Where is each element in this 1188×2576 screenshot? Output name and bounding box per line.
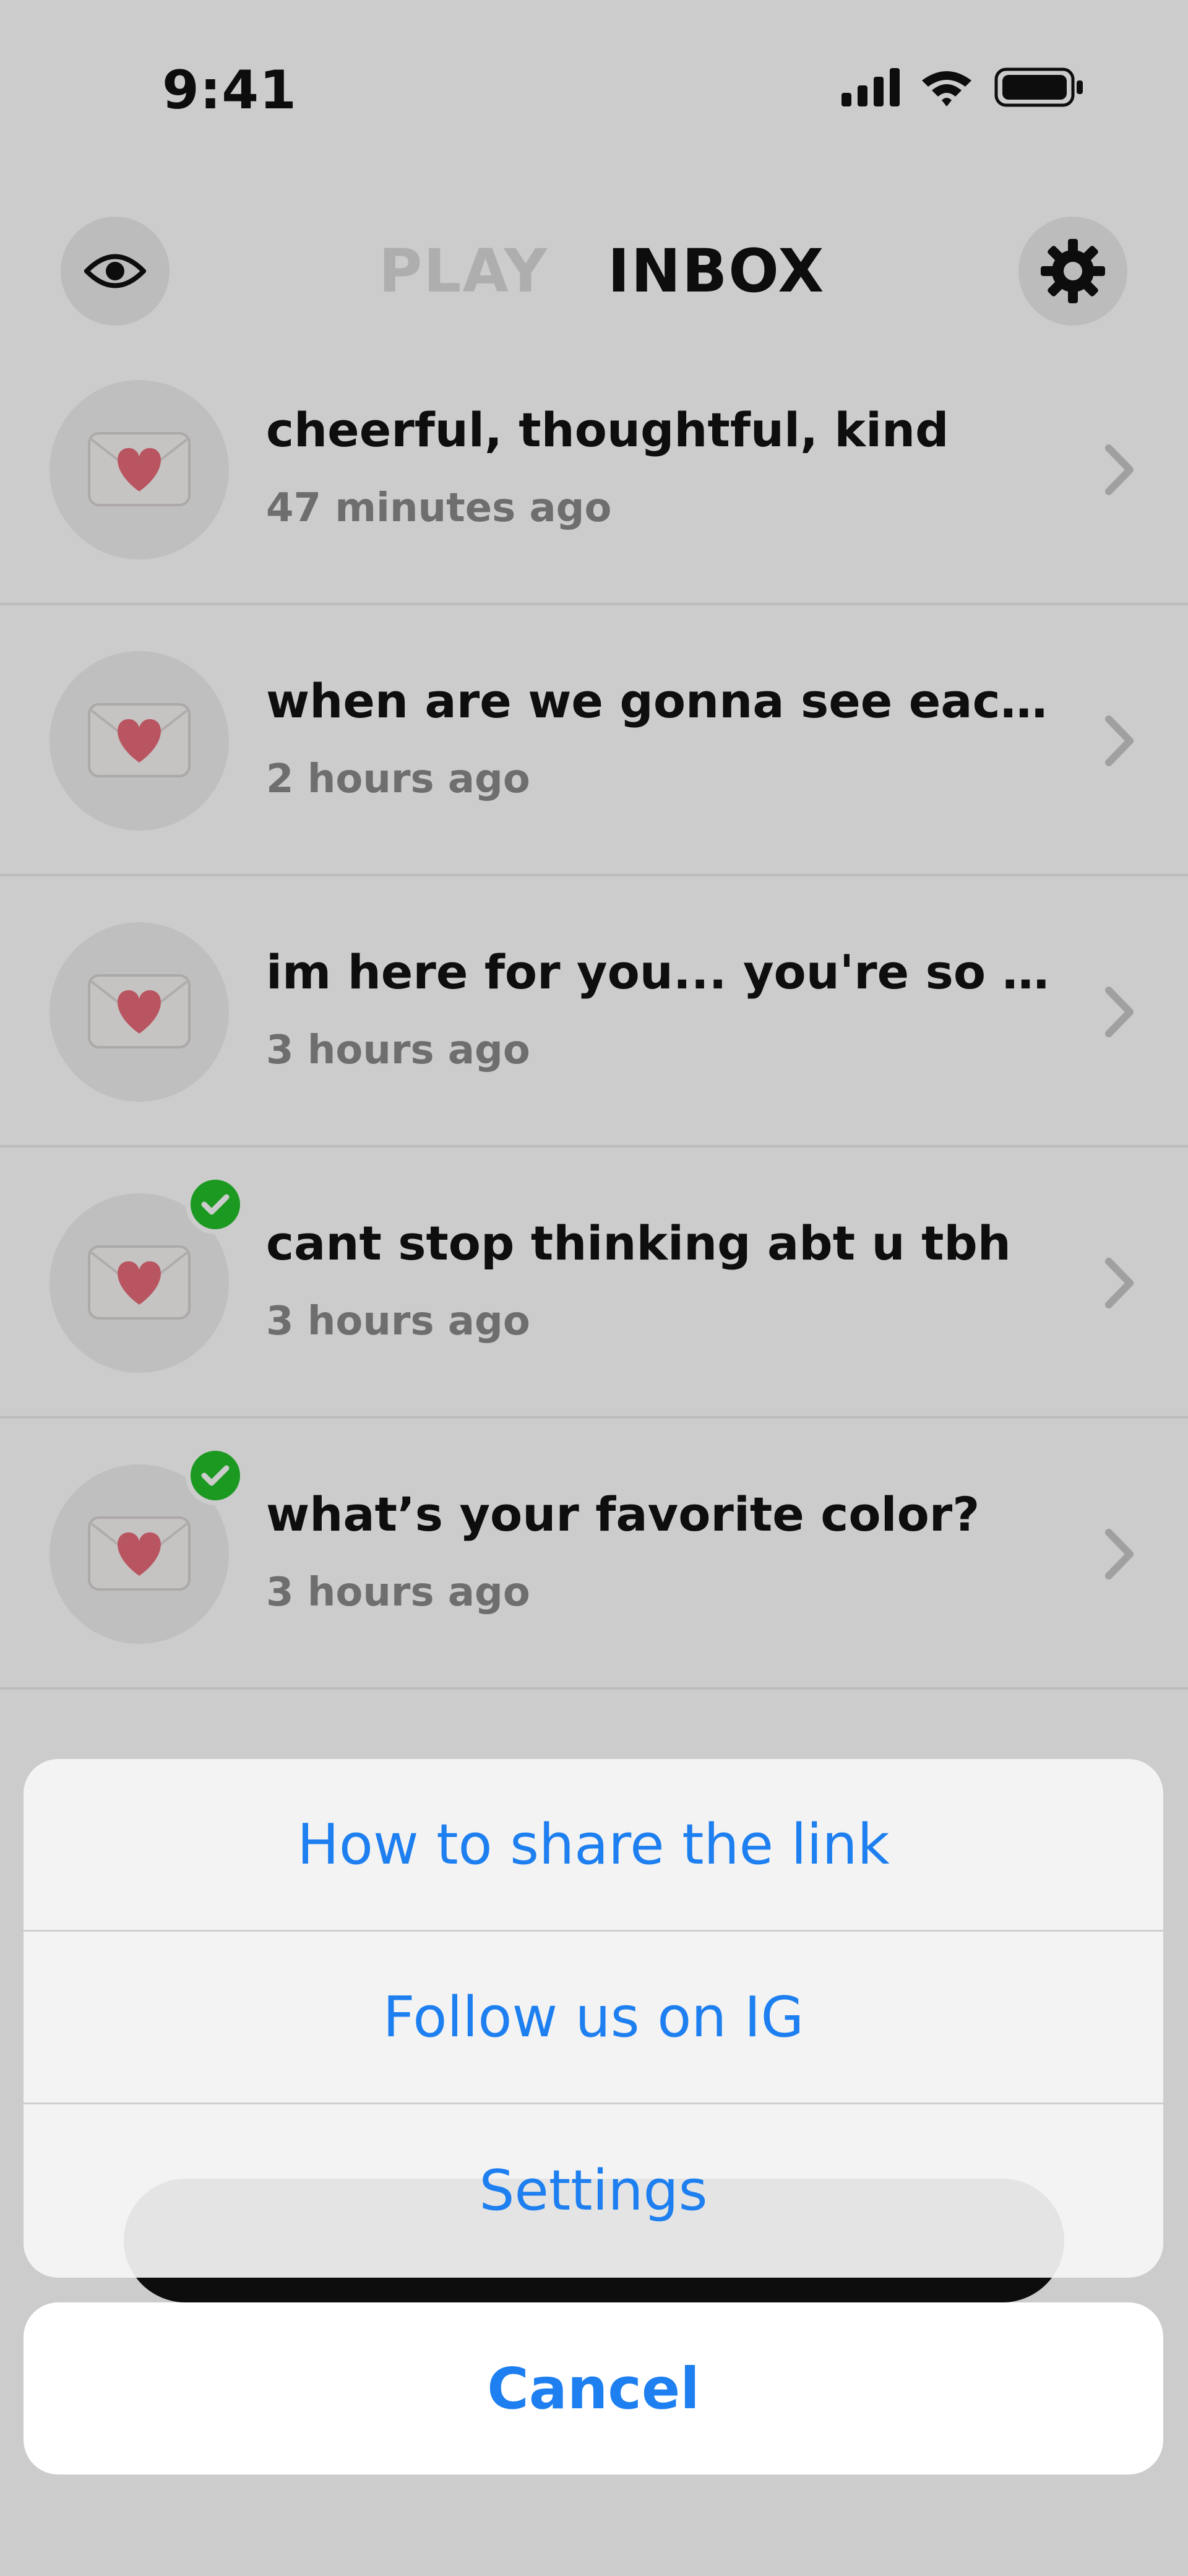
cancel-button[interactable]: Cancel	[24, 2302, 1163, 2474]
share-link-option[interactable]: How to share the link	[24, 1759, 1163, 1932]
follow-ig-option[interactable]: Follow us on IG	[24, 1932, 1163, 2104]
settings-option[interactable]: Settings	[24, 2104, 1163, 2277]
action-sheet: How to share the link Follow us on IG Se…	[24, 1759, 1163, 2278]
